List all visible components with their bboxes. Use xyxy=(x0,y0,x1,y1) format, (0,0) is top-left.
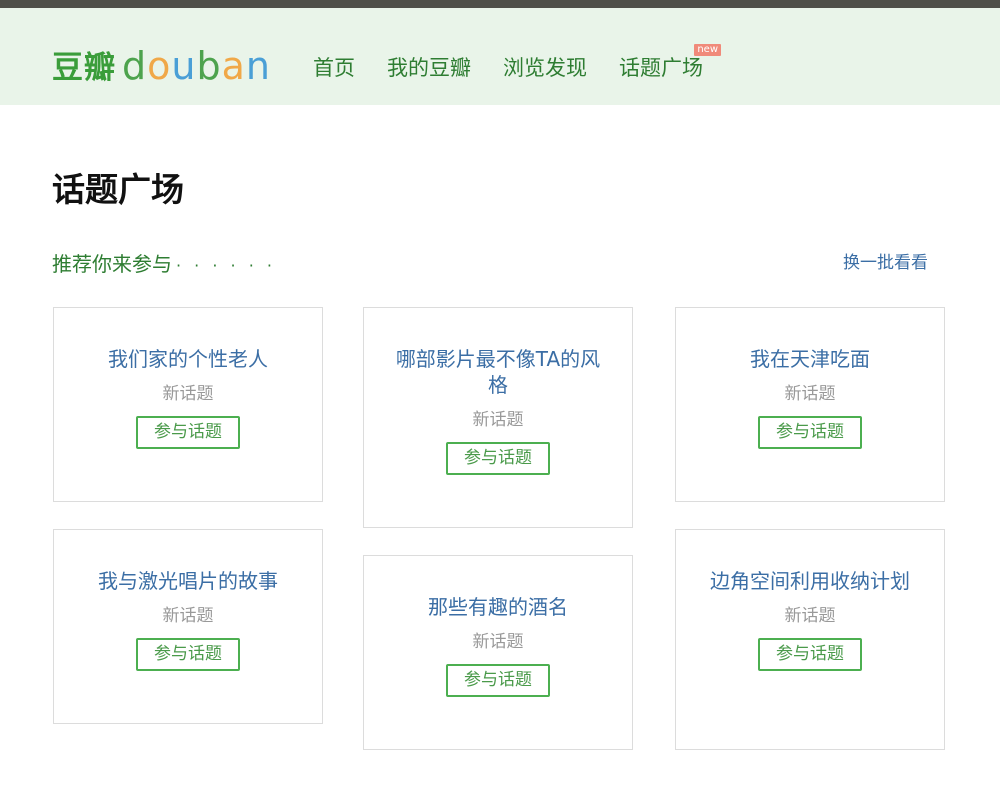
topic-status: 新话题 xyxy=(784,384,836,404)
site-header: 豆瓣 douban 首页 我的豆瓣 浏览发现 话题广场 new xyxy=(0,8,1000,105)
nav-item-explore[interactable]: 浏览发现 xyxy=(503,54,587,82)
topic-card: 我们家的个性老人 新话题 参与话题 xyxy=(53,307,323,502)
join-topic-button[interactable]: 参与话题 xyxy=(758,638,862,671)
topic-title[interactable]: 那些有趣的酒名 xyxy=(394,594,602,620)
logo-letter: o xyxy=(147,44,172,88)
section-title-text: 推荐你来参与 xyxy=(52,252,172,276)
topic-title[interactable]: 边角空间利用收纳计划 xyxy=(706,568,914,594)
topic-card: 我与激光唱片的故事 新话题 参与话题 xyxy=(53,529,323,724)
join-topic-button[interactable]: 参与话题 xyxy=(758,416,862,449)
join-topic-button[interactable]: 参与话题 xyxy=(446,442,550,475)
topic-status: 新话题 xyxy=(162,384,214,404)
topic-card: 哪部影片最不像TA的风格 新话题 参与话题 xyxy=(363,307,633,528)
join-topic-button[interactable]: 参与话题 xyxy=(136,416,240,449)
topic-status: 新话题 xyxy=(472,410,524,430)
logo-letter: b xyxy=(196,44,222,88)
nav-item-topics-label: 话题广场 xyxy=(619,56,703,80)
topic-title[interactable]: 我与激光唱片的故事 xyxy=(84,568,292,594)
logo-letter: u xyxy=(171,44,197,88)
topic-status: 新话题 xyxy=(472,632,524,652)
section-dots: · · · · · · xyxy=(176,256,276,275)
main-nav: 首页 我的豆瓣 浏览发现 话题广场 new xyxy=(313,44,735,82)
top-strip xyxy=(0,0,1000,8)
section-title: 推荐你来参与 · · · · · · xyxy=(52,250,276,280)
logo-letter: n xyxy=(245,44,271,88)
join-topic-button[interactable]: 参与话题 xyxy=(446,664,550,697)
join-topic-button[interactable]: 参与话题 xyxy=(136,638,240,671)
nav-item-home[interactable]: 首页 xyxy=(313,54,355,82)
refresh-batch-link[interactable]: 换一批看看 xyxy=(843,250,928,276)
topic-title[interactable]: 我在天津吃面 xyxy=(706,346,914,372)
logo-letter: a xyxy=(221,44,246,88)
topic-title[interactable]: 哪部影片最不像TA的风格 xyxy=(394,346,602,398)
page-title: 话题广场 xyxy=(52,170,184,209)
nav-item-my-douban[interactable]: 我的豆瓣 xyxy=(387,54,471,82)
topic-title[interactable]: 我们家的个性老人 xyxy=(84,346,292,372)
topic-card: 我在天津吃面 新话题 参与话题 xyxy=(675,307,945,502)
logo-letter: d xyxy=(122,44,148,88)
nav-item-topics[interactable]: 话题广场 new xyxy=(619,44,721,82)
topic-status: 新话题 xyxy=(784,606,836,626)
logo-english-text: douban xyxy=(122,44,271,88)
topic-status: 新话题 xyxy=(162,606,214,626)
topic-card: 那些有趣的酒名 新话题 参与话题 xyxy=(363,555,633,750)
topic-card: 边角空间利用收纳计划 新话题 参与话题 xyxy=(675,529,945,750)
douban-logo[interactable]: 豆瓣 douban xyxy=(52,38,271,88)
new-badge: new xyxy=(694,44,721,56)
logo-chinese-text: 豆瓣 xyxy=(52,50,116,86)
